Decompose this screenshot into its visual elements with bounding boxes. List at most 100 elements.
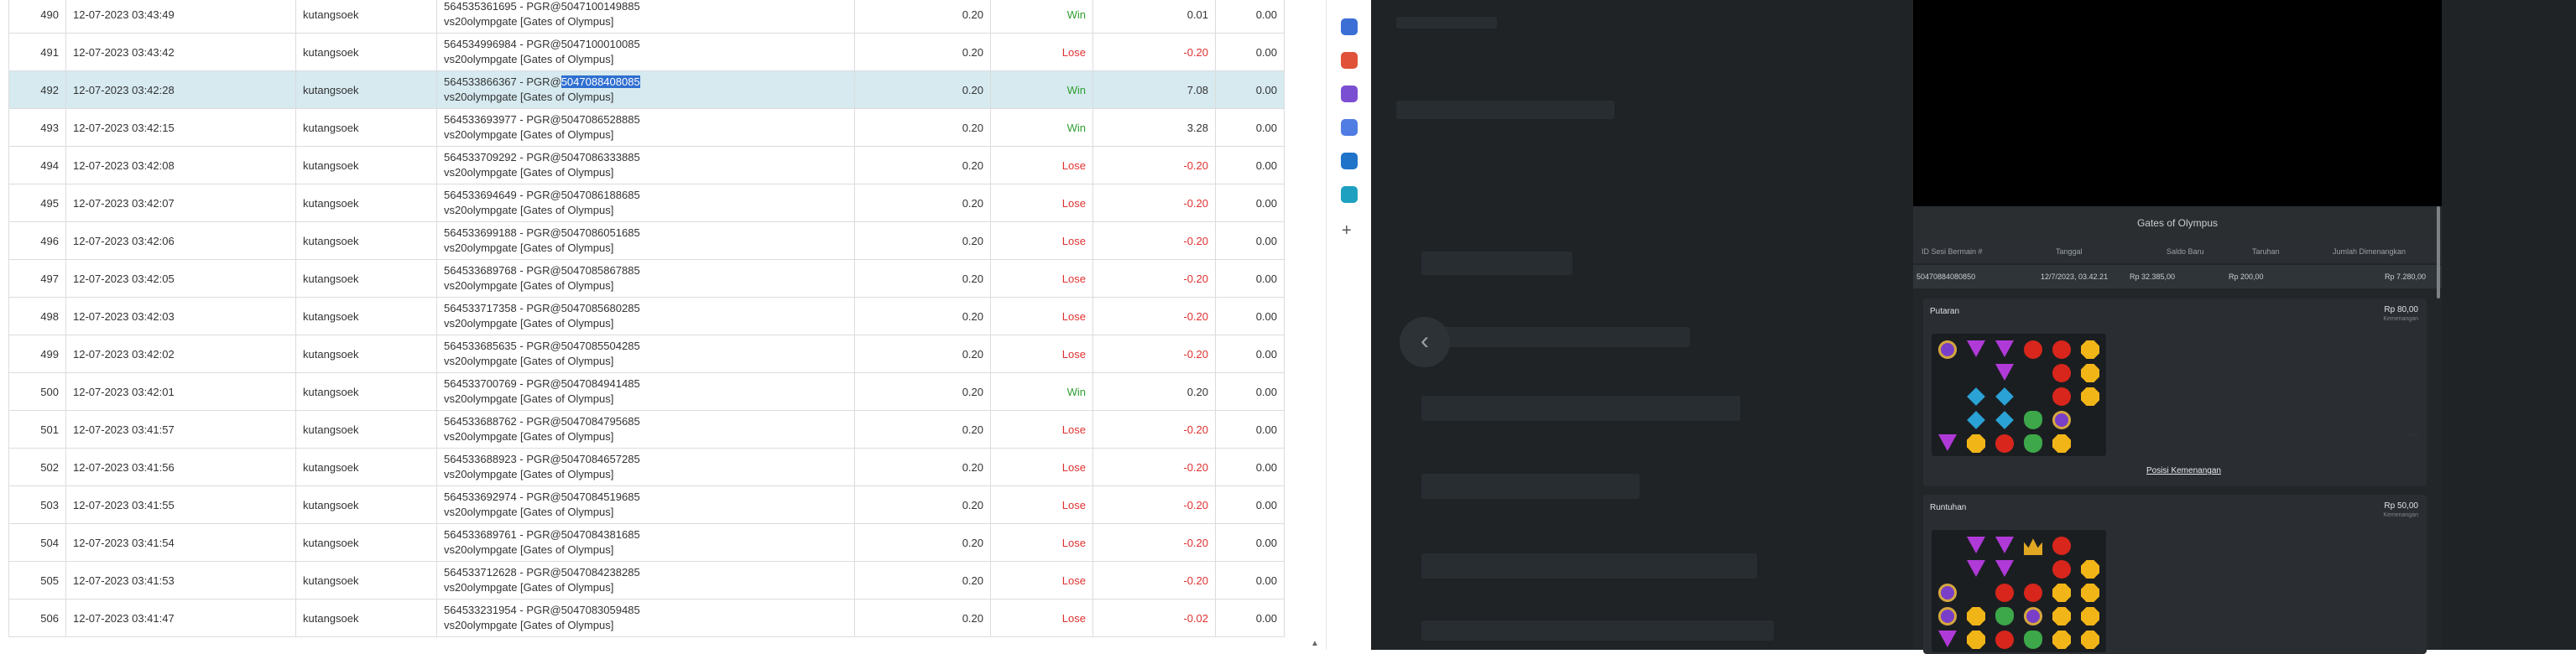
slot-symbol-icon bbox=[1967, 607, 1985, 625]
slot-symbol-icon bbox=[2081, 607, 2099, 625]
slot-symbol-icon bbox=[2052, 560, 2071, 579]
history-header-row: ID Sesi Bermain # Tanggal Saldo Baru Tar… bbox=[1913, 240, 2442, 263]
transactions-table: 490 12-07-2023 03:43:49 kutangsoek 56453536… bbox=[8, 0, 1285, 637]
dark-overlay: ‹ Gates of Olympus ID Sesi Bermain # Tan… bbox=[1371, 0, 2576, 654]
row-extra: 0.00 bbox=[1215, 221, 1285, 260]
table-row[interactable]: 502 12-07-2023 03:41:56 kutangsoek 56453368… bbox=[8, 448, 1285, 486]
row-transaction: 564533692974 - PGR@5047084519685 vs20olym… bbox=[436, 485, 855, 524]
row-result: Lose bbox=[990, 523, 1093, 562]
row-username: kutangsoek bbox=[295, 448, 437, 486]
row-game: vs20olympgate [Gates of Olympus] bbox=[444, 53, 614, 65]
tx-id: 564533709292 - PGR@5047086333885 bbox=[444, 151, 640, 164]
slot-symbol-icon bbox=[2024, 631, 2042, 649]
slot-symbol-icon bbox=[2052, 631, 2071, 649]
spin-section: Putaran Rp 80,00 Kemenangan · · · Posisi… bbox=[1923, 298, 2427, 486]
row-win-amount: -0.20 bbox=[1092, 221, 1216, 260]
header-balance: Saldo Baru bbox=[2167, 247, 2204, 256]
spin-amount-note: Kemenangan bbox=[2383, 316, 2418, 322]
row-result: Lose bbox=[990, 221, 1093, 260]
row-game: vs20olympgate [Gates of Olympus] bbox=[444, 543, 614, 556]
slot-symbol-icon bbox=[2052, 537, 2071, 555]
round-balance: Rp 32.385,00 bbox=[2130, 272, 2176, 281]
row-number: 506 bbox=[8, 599, 66, 637]
tx-id: 564533688923 - PGR@5047084657285 bbox=[444, 453, 640, 465]
row-result: Lose bbox=[990, 297, 1093, 335]
row-number: 504 bbox=[8, 523, 66, 562]
row-bet: 0.20 bbox=[854, 485, 991, 524]
row-transaction: 564533689768 - PGR@5047085867885 vs20olym… bbox=[436, 259, 855, 298]
history-data-row[interactable]: 50470884080850 12/7/2023, 03.42.21 Rp 32… bbox=[1913, 265, 2442, 288]
row-date: 12-07-2023 03:42:06 bbox=[65, 221, 296, 260]
table-row[interactable]: 497 12-07-2023 03:42:05 kutangsoek 56453368… bbox=[8, 259, 1285, 298]
row-extra: 0.00 bbox=[1215, 485, 1285, 524]
tx-id: 564535361695 - PGR@5047100149885 bbox=[444, 0, 640, 13]
row-number: 500 bbox=[8, 372, 66, 411]
slot-symbol-icon bbox=[2081, 560, 2099, 579]
table-row[interactable]: 491 12-07-2023 03:43:42 kutangsoek 56453499… bbox=[8, 33, 1285, 71]
tx-id: 564533685635 - PGR@5047085504285 bbox=[444, 340, 640, 352]
tx-id: 564534996984 - PGR@5047100010085 bbox=[444, 38, 640, 50]
slot-symbol-icon bbox=[2052, 387, 2071, 406]
table-row[interactable]: 503 12-07-2023 03:41:55 kutangsoek 56453369… bbox=[8, 485, 1285, 524]
scroll-down-arrow-icon[interactable]: ▲ bbox=[1311, 639, 1319, 648]
row-bet: 0.20 bbox=[854, 259, 991, 298]
copilot-icon[interactable] bbox=[1341, 119, 1358, 136]
row-username: kutangsoek bbox=[295, 221, 437, 260]
row-username: kutangsoek bbox=[295, 523, 437, 562]
row-date: 12-07-2023 03:42:01 bbox=[65, 372, 296, 411]
table-row[interactable]: 499 12-07-2023 03:42:02 kutangsoek 56453368… bbox=[8, 335, 1285, 373]
add-sidebar-item-button[interactable]: + bbox=[1342, 221, 1352, 241]
table-row[interactable]: 494 12-07-2023 03:42:08 kutangsoek 56453370… bbox=[8, 146, 1285, 184]
table-row[interactable]: 493 12-07-2023 03:42:15 kutangsoek 56453369… bbox=[8, 108, 1285, 147]
row-result: Lose bbox=[990, 410, 1093, 449]
tx-id-selected-text[interactable]: 5047088408085 bbox=[561, 75, 640, 88]
table-row[interactable]: 500 12-07-2023 03:42:01 kutangsoek 56453370… bbox=[8, 372, 1285, 411]
outlook-icon[interactable] bbox=[1341, 153, 1358, 169]
row-win-amount: -0.20 bbox=[1092, 184, 1216, 222]
row-extra: 0.00 bbox=[1215, 184, 1285, 222]
row-win-amount: -0.20 bbox=[1092, 146, 1216, 184]
slot-symbol-icon bbox=[2024, 434, 2042, 453]
history-scrollbar[interactable] bbox=[2437, 206, 2440, 298]
back-arrow-button[interactable]: ‹ bbox=[1400, 317, 1450, 367]
row-extra: 0.00 bbox=[1215, 335, 1285, 373]
people-icon[interactable] bbox=[1341, 86, 1358, 102]
slot-symbol-icon bbox=[1938, 584, 1957, 602]
slot-symbol-icon bbox=[1995, 560, 2014, 577]
table-row[interactable]: 492 12-07-2023 03:42:28 kutangsoek 56453386… bbox=[8, 70, 1285, 109]
row-game: vs20olympgate [Gates of Olympus] bbox=[444, 241, 614, 254]
history-title: Gates of Olympus bbox=[1913, 206, 2442, 240]
table-row[interactable]: 506 12-07-2023 03:41:47 kutangsoek 56453323… bbox=[8, 599, 1285, 637]
tumble-section: Runtuhan Rp 50,00 Kemenangan bbox=[1923, 495, 2427, 654]
row-result: Win bbox=[990, 372, 1093, 411]
slot-symbol-icon bbox=[1995, 364, 2014, 381]
row-username: kutangsoek bbox=[295, 297, 437, 335]
slot-symbol-icon bbox=[2024, 538, 2042, 555]
table-row[interactable]: 490 12-07-2023 03:43:49 kutangsoek 56453536… bbox=[8, 0, 1285, 34]
row-win-amount: -0.20 bbox=[1092, 259, 1216, 298]
row-date: 12-07-2023 03:41:53 bbox=[65, 561, 296, 600]
table-row[interactable]: 504 12-07-2023 03:41:54 kutangsoek 56453368… bbox=[8, 523, 1285, 562]
table-row[interactable]: 495 12-07-2023 03:42:07 kutangsoek 56453369… bbox=[8, 184, 1285, 222]
shopping-icon[interactable] bbox=[1341, 186, 1358, 203]
tx-id: 564533692974 - PGR@5047084519685 bbox=[444, 490, 640, 503]
row-bet: 0.20 bbox=[854, 0, 991, 34]
tag-icon[interactable] bbox=[1341, 18, 1358, 35]
slot-symbol-icon bbox=[2081, 340, 2099, 359]
toolbox-icon[interactable] bbox=[1341, 52, 1358, 69]
slot-symbol-icon bbox=[1967, 537, 1985, 553]
slot-symbol-icon bbox=[1995, 537, 2014, 553]
row-date: 12-07-2023 03:43:42 bbox=[65, 33, 296, 71]
row-username: kutangsoek bbox=[295, 335, 437, 373]
table-row[interactable]: 496 12-07-2023 03:42:06 kutangsoek 56453369… bbox=[8, 221, 1285, 260]
row-result: Lose bbox=[990, 335, 1093, 373]
table-row[interactable]: 505 12-07-2023 03:41:53 kutangsoek 56453371… bbox=[8, 561, 1285, 600]
table-row[interactable]: 498 12-07-2023 03:42:03 kutangsoek 56453371… bbox=[8, 297, 1285, 335]
row-transaction: 564533709292 - PGR@5047086333885 vs20olym… bbox=[436, 146, 855, 184]
row-extra: 0.00 bbox=[1215, 448, 1285, 486]
row-win-amount: -0.20 bbox=[1092, 297, 1216, 335]
slot-symbol-icon bbox=[2081, 584, 2099, 602]
table-row[interactable]: 501 12-07-2023 03:41:57 kutangsoek 56453368… bbox=[8, 410, 1285, 449]
winning-position-link[interactable]: Posisi Kemenangan bbox=[2146, 466, 2221, 475]
slot-symbol-icon bbox=[1967, 411, 1985, 429]
